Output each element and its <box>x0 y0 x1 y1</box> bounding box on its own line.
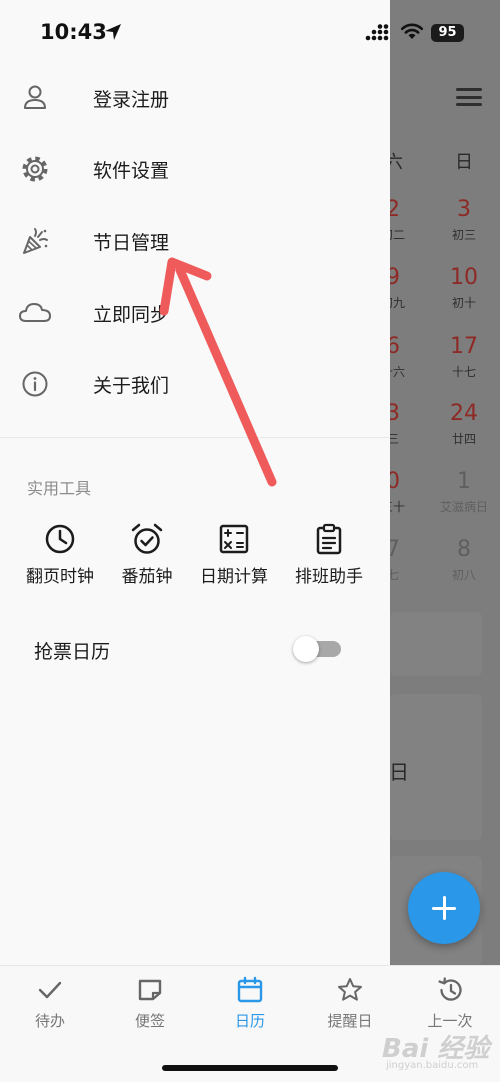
clipboard-icon <box>316 523 342 555</box>
watermark-url: jingyan.baidu.com <box>386 1060 479 1071</box>
status-bar: 10:43 95 <box>0 0 500 66</box>
info-icon <box>22 371 48 397</box>
calendar-day[interactable]: 17 十七 <box>434 335 494 380</box>
menu-icon[interactable] <box>456 88 482 106</box>
calendar-day[interactable]: 10 初十 <box>434 266 494 311</box>
calendar-day[interactable]: 3 初三 <box>434 198 494 243</box>
calendar-day[interactable]: 8 初八 <box>434 538 494 583</box>
signal-icon <box>365 24 389 41</box>
watermark: Bai 经验 jingyan.baidu.com <box>372 1028 496 1074</box>
tab-calendar[interactable]: 日历 <box>200 966 300 1046</box>
menu-item-about[interactable]: 关于我们 <box>0 355 390 411</box>
check-icon <box>38 981 62 999</box>
menu-item-holidays[interactable]: 节日管理 <box>0 212 390 268</box>
calendar-day[interactable]: 24 廿四 <box>434 402 494 447</box>
event-card-text: 日 <box>389 760 409 784</box>
battery-indicator: 95 <box>431 24 464 42</box>
tool-flip-clock[interactable]: 翻页时钟 <box>15 522 105 592</box>
ticket-calendar-toggle[interactable] <box>293 636 341 662</box>
calculator-icon <box>219 524 249 554</box>
wifi-icon <box>400 23 424 39</box>
cloud-icon <box>19 303 51 322</box>
tools-section-title: 实用工具 <box>27 479 92 498</box>
gear-icon <box>22 156 48 182</box>
divider <box>0 437 390 438</box>
person-icon <box>24 85 46 109</box>
location-arrow-icon <box>105 24 121 40</box>
tool-date-calc[interactable]: 日期计算 <box>189 522 279 592</box>
home-indicator <box>162 1065 338 1071</box>
weekday-header-sun: 日 <box>455 152 473 173</box>
ticket-calendar-label: 抢票日历 <box>34 641 111 663</box>
star-icon <box>338 978 362 1001</box>
menu-item-sync[interactable]: 立即同步 <box>0 284 390 340</box>
menu-item-settings[interactable]: 软件设置 <box>0 140 390 196</box>
note-icon <box>138 979 162 1001</box>
party-popper-icon <box>23 228 48 254</box>
history-icon <box>438 977 462 1001</box>
clock-icon <box>45 524 75 554</box>
alarm-clock-icon <box>131 523 163 554</box>
calendar-icon <box>237 976 263 1003</box>
toggle-knob <box>293 636 319 662</box>
calendar-day[interactable]: 1 艾滋病日 <box>434 470 494 515</box>
side-drawer: 10:43 95 登录注册 软件设置 节日管理 立即同步 关于我们 实用工具 翻… <box>0 0 464 965</box>
status-time: 10:43 <box>40 20 107 44</box>
tab-notes[interactable]: 便签 <box>100 966 200 1046</box>
menu-item-login[interactable]: 登录注册 <box>0 69 390 125</box>
tab-todo[interactable]: 待办 <box>0 966 100 1046</box>
add-button[interactable] <box>408 872 480 944</box>
event-card[interactable] <box>390 612 482 676</box>
tool-shift-helper[interactable]: 排班助手 <box>284 522 374 592</box>
tool-pomodoro[interactable]: 番茄钟 <box>102 522 192 592</box>
